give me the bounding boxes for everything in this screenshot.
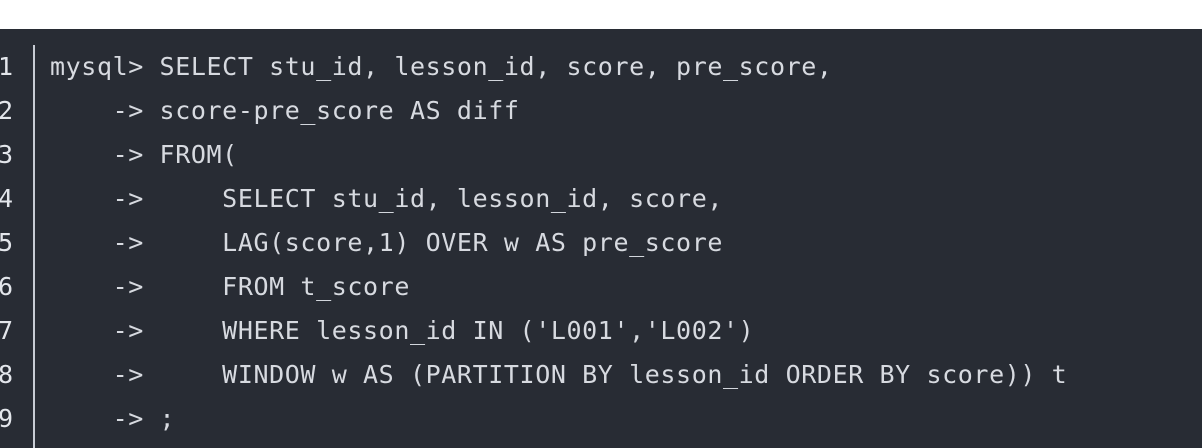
line-number: 7 (0, 316, 14, 345)
line-number: 6 (0, 272, 14, 301)
code-line: 3 -> FROM( (0, 133, 1202, 177)
code-line: 8 -> WINDOW w AS (PARTITION BY lesson_id… (0, 353, 1202, 397)
line-number: 5 (0, 228, 14, 257)
code-text[interactable]: -> FROM t_score (50, 265, 410, 309)
code-text[interactable]: mysql> SELECT stu_id, lesson_id, score, … (50, 45, 833, 89)
code-line: 4 -> SELECT stu_id, lesson_id, score, (0, 177, 1202, 221)
code-line: 1 mysql> SELECT stu_id, lesson_id, score… (0, 45, 1202, 89)
code-line: 6 -> FROM t_score (0, 265, 1202, 309)
code-block[interactable]: 1 mysql> SELECT stu_id, lesson_id, score… (0, 29, 1202, 448)
code-text[interactable]: -> ; (50, 397, 175, 441)
code-text[interactable]: -> SELECT stu_id, lesson_id, score, (50, 177, 723, 221)
line-number: 4 (0, 184, 14, 213)
code-line: 2 -> score-pre_score AS diff (0, 89, 1202, 133)
code-text[interactable]: -> WHERE lesson_id IN ('L001','L002') (50, 309, 754, 353)
code-line: 9 -> ; (0, 397, 1202, 441)
line-number: 3 (0, 140, 14, 169)
line-number: 1 (0, 52, 14, 81)
top-blank-area (0, 0, 1202, 29)
line-number: 2 (0, 96, 14, 125)
code-text[interactable]: -> LAG(score,1) OVER w AS pre_score (50, 221, 723, 265)
code-line: 7 -> WHERE lesson_id IN ('L001','L002') (0, 309, 1202, 353)
code-text[interactable]: -> FROM( (50, 133, 238, 177)
code-text[interactable]: -> score-pre_score AS diff (50, 89, 520, 133)
line-number: 9 (0, 404, 14, 433)
code-text[interactable]: -> WINDOW w AS (PARTITION BY lesson_id O… (50, 353, 1067, 397)
line-number: 8 (0, 360, 14, 389)
code-line: 5 -> LAG(score,1) OVER w AS pre_score (0, 221, 1202, 265)
